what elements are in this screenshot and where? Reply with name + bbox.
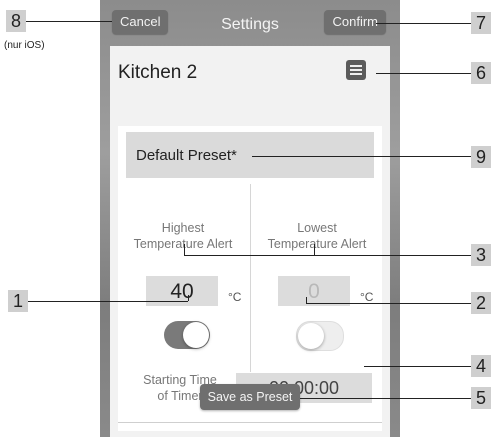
low-temp-input[interactable]: 0 <box>278 276 350 306</box>
confirm-button[interactable]: Confirm <box>324 10 386 34</box>
callout-7: 7 <box>471 12 491 34</box>
high-temp-unit: °C <box>228 290 242 304</box>
phone-screen: Cancel Settings Confirm Kitchen 2 Defaul… <box>100 0 400 437</box>
callout-5: 5 <box>471 387 491 409</box>
low-alert-toggle[interactable] <box>296 321 344 351</box>
callout-2: 2 <box>471 292 491 314</box>
callout-line <box>314 244 315 255</box>
low-alert-label: Lowest Temperature Alert <box>267 221 367 251</box>
settings-panel: Kitchen 2 Default Preset* Highest Temper… <box>110 46 390 437</box>
callout-line <box>252 156 471 157</box>
column-divider <box>250 184 251 372</box>
callout-line <box>306 303 471 304</box>
callout-1: 1 <box>8 290 28 312</box>
ios-note: (nur iOS) <box>4 40 45 51</box>
callout-line <box>184 255 471 256</box>
preset-name: Default Preset* <box>136 147 237 164</box>
toggle-knob <box>183 322 209 348</box>
callout-8: 8 <box>6 10 26 32</box>
callout-line <box>376 73 471 74</box>
callout-line <box>188 295 189 301</box>
callout-line <box>376 23 471 24</box>
callout-line <box>306 297 307 303</box>
low-temp-unit: °C <box>360 290 374 304</box>
save-as-preset-button[interactable]: Save as Preset <box>200 384 300 410</box>
callout-4: 4 <box>471 355 491 377</box>
callout-9: 9 <box>471 146 491 168</box>
callout-line <box>300 398 471 399</box>
callout-line <box>184 244 185 255</box>
callout-3: 3 <box>471 244 491 266</box>
preset-selector[interactable]: Default Preset* <box>126 132 374 178</box>
toggle-knob <box>298 323 324 349</box>
callout-line <box>28 301 188 302</box>
list-icon[interactable] <box>346 60 366 80</box>
callout-line <box>26 21 112 22</box>
high-alert-toggle[interactable] <box>164 321 210 349</box>
divider <box>118 422 382 423</box>
high-alert-label: Highest Temperature Alert <box>133 221 233 251</box>
callout-6: 6 <box>471 62 491 84</box>
callout-line <box>364 366 471 367</box>
device-name: Kitchen 2 <box>118 62 198 83</box>
